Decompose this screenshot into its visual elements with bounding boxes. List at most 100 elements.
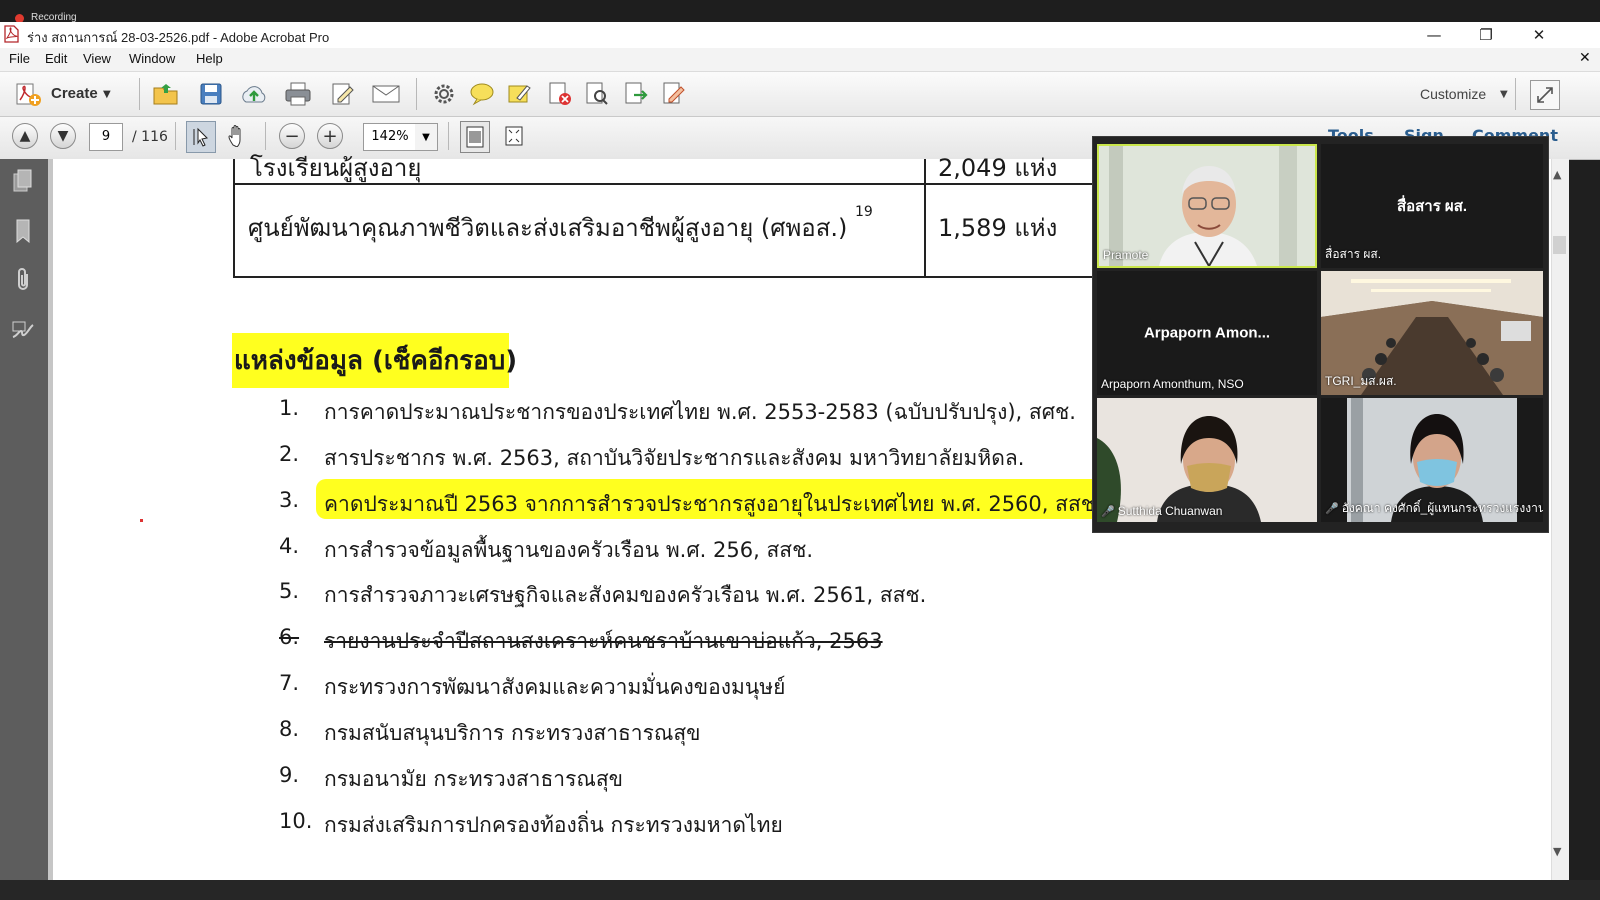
list-number: 4. xyxy=(279,534,300,558)
list-item: การสำรวจภาวะเศรษฐกิจและสังคมของครัวเรือน… xyxy=(324,583,927,607)
create-pdf-icon[interactable] xyxy=(13,79,43,109)
participant-video-meeting-room[interactable]: TGRI_มส.ผส. xyxy=(1321,271,1543,395)
list-number: 1. xyxy=(279,396,300,420)
participant-video-angkana[interactable]: 🎤 อังคณา คงศักดิ์_ผู้แทนกระทรวงแรงงาน xyxy=(1321,398,1543,522)
signatures-icon[interactable] xyxy=(9,316,37,344)
gear-icon[interactable] xyxy=(429,79,459,109)
zoom-level-input[interactable]: 142% xyxy=(363,123,417,151)
list-number: 6. xyxy=(279,625,300,649)
edit-icon[interactable] xyxy=(328,79,358,109)
participant-display-name: Arpaporn Amon... xyxy=(1143,324,1271,342)
scroll-up-icon[interactable]: ▲ xyxy=(1553,168,1561,181)
customize-button[interactable]: Customize xyxy=(1420,86,1486,102)
list-number: 5. xyxy=(279,579,300,603)
open-folder-icon[interactable] xyxy=(151,79,181,109)
participant-video-sutthida[interactable]: 🎤 Sutthida Chuanwan xyxy=(1097,398,1317,522)
list-item: กรมอนามัย กระทรวงสาธารณสุข xyxy=(324,767,624,791)
close-button[interactable]: ✕ xyxy=(1513,22,1565,48)
table-cell: ศูนย์พัฒนาคุณภาพชีวิตและส่งเสริมอาชีพผู้… xyxy=(248,204,873,247)
list-number: 8. xyxy=(279,717,300,741)
section-heading: แหล่งข้อมูล (เช็คอีกรอบ) xyxy=(234,346,518,376)
toolbar-separator xyxy=(139,78,140,110)
chevron-down-icon[interactable]: ▼ xyxy=(1500,89,1508,100)
participant-name: Arpaporn Amonthum, NSO xyxy=(1101,377,1244,391)
table-divider xyxy=(924,159,926,276)
save-icon[interactable] xyxy=(196,79,226,109)
participant-name: Pramote xyxy=(1103,248,1149,262)
participant-name: TGRI_มส.ผส. xyxy=(1325,374,1397,388)
list-item: การคาดประมาณประชากรของประเทศไทย พ.ศ. 255… xyxy=(324,400,1076,424)
chevron-down-icon[interactable]: ▼ xyxy=(103,89,111,100)
zoom-out-icon[interactable]: − xyxy=(279,123,305,149)
page-thumbnails-icon[interactable] xyxy=(9,167,37,195)
menu-file[interactable]: File xyxy=(9,51,30,66)
highlight-icon[interactable] xyxy=(505,79,535,109)
scrollbar-thumb[interactable] xyxy=(1553,236,1566,254)
list-item: สารประชากร พ.ศ. 2563, สถาบันวิจัยประชากร… xyxy=(324,446,1025,470)
recording-strip xyxy=(0,0,1600,22)
toolbar-separator xyxy=(416,78,417,110)
participant-name: สื่อสาร ผส. xyxy=(1325,247,1382,261)
participant-tile[interactable]: สื่อสาร ผส. สื่อสาร ผส. xyxy=(1321,144,1543,268)
fit-page-icon[interactable] xyxy=(460,121,490,153)
list-item: กระทรวงการพัฒนาสังคมและความมั่นคงของมนุษ… xyxy=(324,675,786,699)
footnote-ref: 19 xyxy=(855,204,873,220)
export-icon[interactable] xyxy=(621,79,651,109)
stray-mark xyxy=(140,519,143,522)
next-page-icon[interactable]: ▼ xyxy=(50,123,76,149)
participant-name: 🎤 Sutthida Chuanwan xyxy=(1101,504,1222,518)
create-button[interactable]: Create xyxy=(51,85,98,102)
zoom-dropdown-icon[interactable]: ▼ xyxy=(415,123,438,151)
participant-tile[interactable]: Arpaporn Amon... Arpaporn Amonthum, NSO xyxy=(1097,271,1317,395)
toolbar-separator xyxy=(265,122,266,150)
sign-icon[interactable] xyxy=(659,79,689,109)
cloud-upload-icon[interactable] xyxy=(239,79,269,109)
vertical-scrollbar[interactable] xyxy=(1551,159,1569,880)
restore-button[interactable]: ❐ xyxy=(1460,22,1512,48)
list-number: 7. xyxy=(279,671,300,695)
participant-name-text: อังคณา คงศักดิ์_ผู้แทนกระทรวงแรงงาน xyxy=(1341,501,1543,515)
acrobat-icon xyxy=(4,25,19,43)
window-title: ร่าง สถานการณ์ 28-03-2526.pdf - Adobe Ac… xyxy=(27,30,330,45)
list-item-struck: รายงานประจำปีสถานสงเคราะห์คนชราบ้านเขาบ่… xyxy=(324,629,883,653)
menu-bar xyxy=(0,48,1600,72)
zoom-in-icon[interactable]: + xyxy=(317,123,343,149)
page-number-input[interactable]: 9 xyxy=(89,123,123,151)
toolbar-separator xyxy=(175,122,176,150)
list-number: 2. xyxy=(279,442,300,466)
fullscreen-icon[interactable] xyxy=(1530,80,1560,110)
participant-name: 🎤 อังคณา คงศักดิ์_ผู้แทนกระทรวงแรงงาน xyxy=(1325,499,1543,518)
menu-edit[interactable]: Edit xyxy=(45,51,67,66)
menu-window[interactable]: Window xyxy=(129,51,175,66)
hand-tool-icon[interactable] xyxy=(224,121,252,151)
minimize-button[interactable]: — xyxy=(1408,22,1460,48)
delete-pdf-icon[interactable] xyxy=(545,79,575,109)
bookmarks-icon[interactable] xyxy=(9,217,37,245)
find-icon[interactable] xyxy=(582,79,612,109)
toolbar-separator xyxy=(1515,78,1516,110)
list-item: คาดประมาณปี 2563 จากการสำรวจประชากรสูงอา… xyxy=(324,492,1094,516)
mic-muted-icon: 🎤 xyxy=(1101,506,1115,518)
comment-icon[interactable] xyxy=(467,79,497,109)
print-icon[interactable] xyxy=(283,79,313,109)
email-icon[interactable] xyxy=(371,79,401,109)
mic-muted-icon: 🎤 xyxy=(1325,503,1339,515)
full-screen-mode-icon[interactable] xyxy=(500,121,528,151)
toolbar-separator xyxy=(448,122,449,150)
menu-help[interactable]: Help xyxy=(196,51,223,66)
table-cell: 2,049 แห่ง xyxy=(938,154,1058,182)
table-cell: 1,589 แห่ง xyxy=(938,214,1058,242)
page-total: / 116 xyxy=(132,129,168,145)
menu-view[interactable]: View xyxy=(83,51,111,66)
scroll-down-icon[interactable]: ▼ xyxy=(1553,845,1561,858)
previous-page-icon[interactable]: ▲ xyxy=(12,123,38,149)
list-number: 3. xyxy=(279,488,300,512)
participant-video-pramote[interactable]: Pramote xyxy=(1097,144,1317,268)
list-number: 9. xyxy=(279,763,300,787)
select-tool-icon[interactable] xyxy=(186,121,216,153)
bottom-bar xyxy=(0,880,1600,900)
list-number: 10. xyxy=(279,809,313,833)
attachments-icon[interactable] xyxy=(9,266,37,294)
list-item: การสำรวจข้อมูลพื้นฐานของครัวเรือน พ.ศ. 2… xyxy=(324,538,814,562)
close-document-button[interactable]: ✕ xyxy=(1579,50,1591,66)
